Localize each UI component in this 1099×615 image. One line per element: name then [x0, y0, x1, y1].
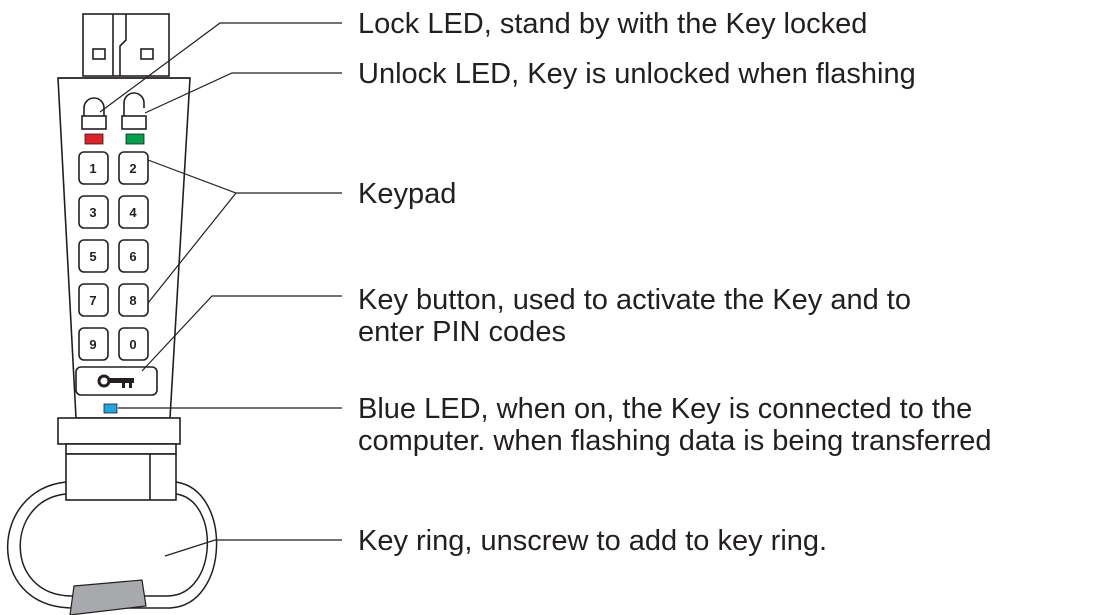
blue-led-label-line-2: computer. when flashing data is being tr… — [358, 425, 992, 457]
ring-collar — [65, 453, 177, 501]
key-ring-label: Key ring, unscrew to add to key ring. — [358, 525, 827, 557]
lock-led-label: Lock LED, stand by with the Key locked — [358, 8, 867, 40]
key-7-label: 7 — [89, 293, 96, 308]
key-button-label: Key button, used to activate the Key and… — [358, 284, 911, 348]
blue-led-label: Blue LED, when on, the Key is connected … — [358, 393, 992, 457]
keypad-label: Keypad — [358, 178, 456, 210]
key-button-label-line-2: enter PIN codes — [358, 316, 566, 348]
key-6-label: 6 — [129, 249, 136, 264]
key-button-label-line-1: Key button, used to activate the Key and… — [358, 284, 911, 316]
usb-connector — [82, 13, 170, 77]
key-3-label: 3 — [89, 205, 96, 220]
lock-led — [84, 133, 104, 145]
padlock-locked-icon — [81, 97, 107, 130]
unlock-led-label-line: Unlock LED, Key is unlocked when flashin… — [358, 58, 916, 90]
usb-contact-hole — [140, 48, 154, 60]
blue-led-label-line-1: Blue LED, when on, the Key is connected … — [358, 393, 973, 425]
key-9-label: 9 — [89, 337, 96, 352]
key-5-label: 5 — [89, 249, 96, 264]
blue-led — [103, 403, 118, 414]
unlock-led-label: Unlock LED, Key is unlocked when flashin… — [358, 58, 916, 90]
key-ring-tab — [69, 579, 147, 615]
key-4-label: 4 — [129, 205, 137, 220]
key-2-label: 2 — [129, 161, 136, 176]
key-ring-label-line: Key ring, unscrew to add to key ring. — [358, 525, 828, 557]
usb-contact-hole — [92, 48, 106, 60]
lock-led-label-line: Lock LED, stand by with the Key locked — [358, 8, 868, 40]
key-1-label: 1 — [89, 161, 96, 176]
key-0-label: 0 — [129, 337, 136, 352]
unlock-led — [125, 133, 145, 145]
key-8-label: 8 — [129, 293, 136, 308]
keypad-label-line: Keypad — [358, 178, 457, 210]
leader-key-ring — [164, 539, 342, 557]
